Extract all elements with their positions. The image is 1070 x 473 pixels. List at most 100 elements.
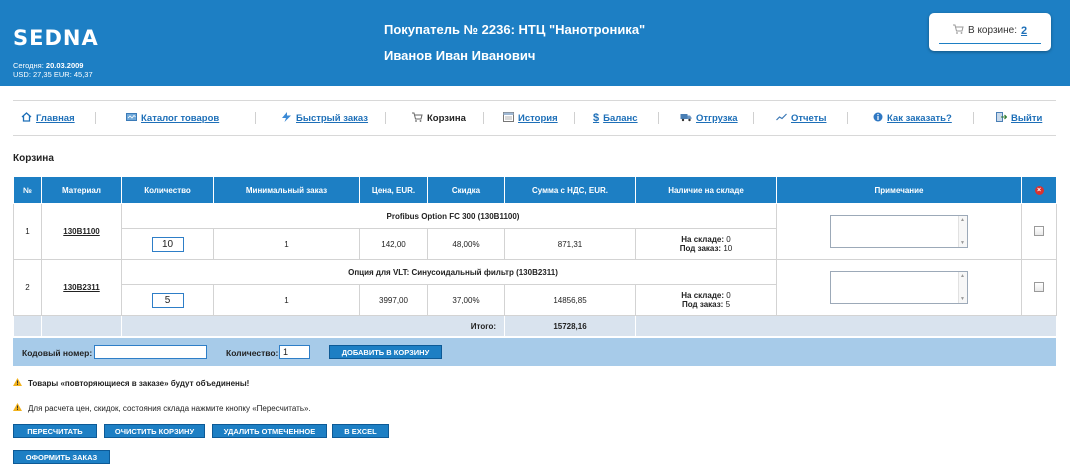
clear-cart-button[interactable]: ОЧИСТИТЬ КОРЗИНУ	[104, 424, 205, 438]
cart-summary[interactable]: В корзине: 2	[929, 13, 1051, 51]
row-num: 1	[13, 203, 42, 260]
nav-divider	[753, 112, 754, 124]
delete-icon: ×	[1034, 186, 1044, 195]
buyer-title: Покупатель № 2236: НТЦ "Нанотроника"	[384, 22, 646, 37]
merge-notice: Товары «повторяющиеся в заказе» будут об…	[13, 378, 249, 388]
main-nav: Главная Каталог товаров Быстрый заказ Ко…	[13, 100, 1056, 136]
header: SEDNA Сегодня: 20.03.2009 USD: 27,35 EUR…	[0, 0, 1070, 86]
cart-count-link[interactable]: 2	[1021, 25, 1027, 37]
nav-cart-label: Корзина	[427, 113, 466, 124]
info-icon	[873, 112, 883, 125]
col-header-discount: Скидка	[427, 176, 505, 204]
nav-home-label: Главная	[36, 113, 75, 124]
nav-reports[interactable]: Отчеты	[776, 112, 826, 125]
qty-cell: 10	[121, 228, 214, 260]
material-link[interactable]: 130B2311	[41, 259, 122, 316]
cart-icon	[412, 112, 423, 125]
nav-balance[interactable]: $ Баланс	[593, 112, 638, 124]
total-label: Итого:	[121, 315, 505, 337]
min-order-cell: 1	[213, 228, 360, 260]
dollar-icon: $	[593, 112, 600, 124]
delete-selected-button[interactable]: УДАЛИТЬ ОТМЕЧЕННОЕ	[212, 424, 327, 438]
row-checkbox[interactable]	[1034, 225, 1044, 236]
date-label: Сегодня:	[13, 61, 44, 70]
table-row: 1 130B1100 Profibus Option FC 300 (130B1…	[13, 203, 1057, 260]
col-header-sum: Сумма с НДС, EUR.	[504, 176, 636, 204]
col-header-min-order: Минимальный заказ	[213, 176, 360, 204]
catalog-icon	[126, 112, 137, 125]
sum-cell: 14856,85	[504, 284, 636, 316]
nav-how-to-order-label: Как заказать?	[887, 113, 952, 124]
cart-underline	[939, 43, 1041, 44]
cart-table: № Материал Количество Минимальный заказ …	[13, 176, 1057, 337]
nav-divider	[658, 112, 659, 124]
code-input[interactable]	[94, 345, 207, 359]
note-cell	[776, 203, 1022, 260]
chart-icon	[776, 112, 787, 125]
nav-history-label: История	[518, 113, 558, 124]
nav-divider	[255, 112, 256, 124]
nav-catalog[interactable]: Каталог товаров	[126, 112, 219, 125]
scrollbar[interactable]	[958, 216, 967, 247]
total-empty	[635, 315, 1057, 337]
nav-shipment-label: Отгрузка	[696, 113, 738, 124]
recalc-notice-text: Для расчета цен, скидок, состояния склад…	[28, 403, 311, 413]
stock-label: На складе:	[681, 235, 725, 244]
nav-how-to-order[interactable]: Как заказать?	[873, 112, 952, 125]
truck-icon	[680, 112, 692, 125]
note-textarea[interactable]	[830, 215, 968, 248]
stock-value: 0	[726, 291, 731, 300]
sum-cell: 871,31	[504, 228, 636, 260]
exit-icon	[996, 112, 1008, 125]
discount-cell: 37,00%	[427, 284, 505, 316]
page-title: Корзина	[13, 153, 54, 164]
add-qty-input[interactable]: 1	[279, 345, 310, 359]
price-cell: 142,00	[359, 228, 428, 260]
stock-cell: На складе: 0 Под заказ: 5	[635, 284, 777, 316]
order-value: 5	[725, 300, 731, 309]
lightning-icon	[281, 112, 292, 125]
history-icon	[503, 112, 514, 125]
stock-cell: На складе: 0 Под заказ: 10	[635, 228, 777, 260]
nav-divider	[574, 112, 575, 124]
merge-notice-text: Товары «повторяющиеся в заказе» будут об…	[28, 378, 250, 388]
nav-cart[interactable]: Корзина	[412, 112, 466, 125]
material-link[interactable]: 130B1100	[41, 203, 122, 260]
nav-quick-order[interactable]: Быстрый заказ	[281, 112, 368, 125]
export-excel-button[interactable]: В EXCEL	[332, 424, 389, 438]
table-header-row: № Материал Количество Минимальный заказ …	[13, 176, 1057, 204]
col-header-note: Примечание	[776, 176, 1022, 204]
add-to-cart-button[interactable]: ДОБАВИТЬ В КОРЗИНУ	[329, 345, 442, 359]
product-name: Profibus Option FC 300 (130B1100)	[121, 203, 777, 229]
cart-label: В корзине:	[968, 25, 1017, 36]
add-qty-label: Количество:	[226, 348, 279, 358]
order-value: 10	[723, 244, 733, 253]
row-checkbox[interactable]	[1034, 281, 1044, 292]
checkout-button[interactable]: ОФОРМИТЬ ЗАКАЗ	[13, 450, 110, 464]
nav-balance-label: Баланс	[603, 112, 638, 124]
total-value: 15728,16	[504, 315, 636, 337]
qty-input[interactable]: 5	[151, 292, 184, 308]
row-num: 2	[13, 259, 42, 316]
scrollbar[interactable]	[958, 272, 967, 303]
date-info: Сегодня: 20.03.2009 USD: 27,35 EUR: 45,3…	[13, 61, 93, 79]
logo[interactable]: SEDNA	[13, 26, 99, 50]
qty-input[interactable]: 10	[151, 236, 184, 252]
select-cell	[1021, 203, 1057, 260]
nav-reports-label: Отчеты	[791, 113, 827, 124]
price-cell: 3997,00	[359, 284, 428, 316]
nav-shipment[interactable]: Отгрузка	[680, 112, 738, 125]
col-header-num: №	[13, 176, 42, 204]
home-icon	[21, 112, 32, 125]
nav-exit[interactable]: Выйти	[996, 112, 1042, 125]
qty-cell: 5	[121, 284, 214, 316]
nav-exit-label: Выйти	[1011, 113, 1043, 124]
nav-home[interactable]: Главная	[21, 112, 75, 125]
note-textarea[interactable]	[830, 271, 968, 304]
nav-history[interactable]: История	[503, 112, 558, 125]
cart-icon	[953, 24, 964, 37]
col-header-price: Цена, EUR.	[359, 176, 428, 204]
stock-value: 0	[726, 235, 731, 244]
col-header-delete: ×	[1021, 176, 1057, 204]
recalculate-button[interactable]: ПЕРЕСЧИТАТЬ	[13, 424, 97, 438]
